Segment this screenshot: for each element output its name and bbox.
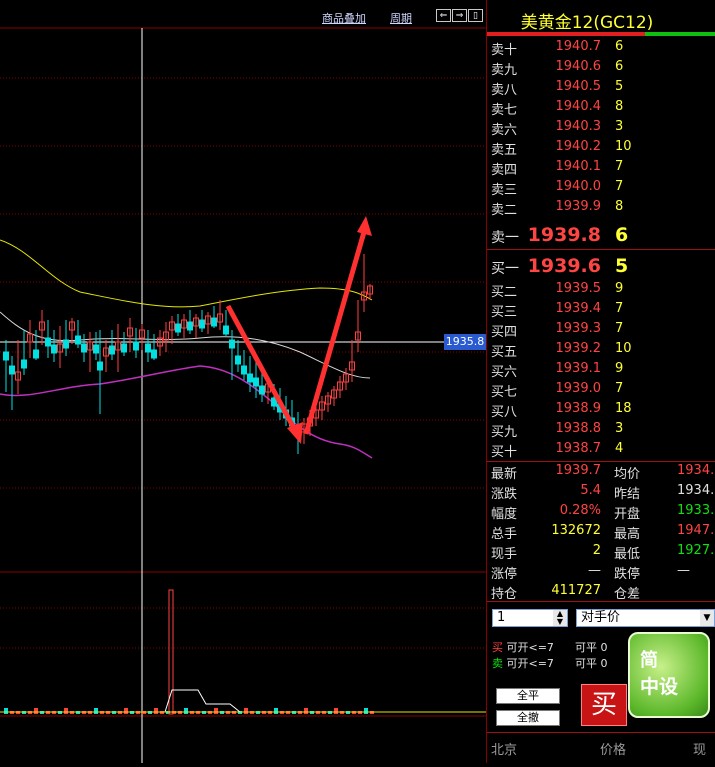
overlay-link[interactable]: 商品叠加 — [322, 10, 366, 26]
ask-level: 卖二 1939.9 8 — [491, 199, 624, 218]
chevron-down-icon[interactable]: ▼ — [700, 610, 714, 626]
trend-arrow-up — [303, 216, 372, 435]
next-button[interactable]: ⇒ — [452, 9, 467, 22]
candlestick-chart[interactable] — [0, 0, 486, 763]
kline-chart-area[interactable]: 商品叠加 周期 ⇐ ⇒ ▯ 1935.8 — [0, 0, 486, 763]
ask-level: 卖三 1940.0 7 — [491, 179, 624, 198]
ask-level: 卖十 1940.7 6 — [491, 39, 624, 58]
trend-arrow-down — [225, 304, 303, 444]
ask-level-1: 卖一 1939.8 6 — [491, 224, 629, 246]
ask-level: 卖七 1940.4 8 — [491, 99, 624, 118]
buy-available: 买 可开<=7 — [492, 641, 554, 654]
sell-ratio-bar — [487, 32, 645, 36]
buy-closable: 可平 0 — [575, 641, 608, 654]
quote-title: 美黄金12(GC12) — [520, 13, 654, 33]
price-type-select[interactable]: 对手价 ▼ — [576, 609, 715, 627]
volume-bars — [0, 589, 486, 715]
quote-panel: 美黄金12(GC12) 卖十 1940.7 6 卖九 1940.6 6 卖八 1940.5 5 卖… — [487, 0, 715, 763]
bid-level: 买十 1938.7 4 — [491, 441, 624, 460]
bid-level-1: 买一 1939.6 5 — [491, 255, 629, 277]
cancel-all-button[interactable]: 全撤 — [496, 710, 560, 726]
bid-level: 买二 1939.5 9 — [491, 281, 624, 300]
prev-button[interactable]: ⇐ — [436, 9, 451, 22]
panel-divider — [486, 0, 487, 763]
footer-price: 价格 — [600, 743, 627, 758]
period-link[interactable]: 周期 — [390, 10, 412, 26]
sell-available: 卖 可开<=7 — [492, 657, 554, 670]
panel-toggle-button[interactable]: ▯ — [468, 9, 483, 22]
buy-ratio-bar — [645, 32, 715, 36]
quantity-stepper[interactable]: ▲ ▼ — [553, 610, 567, 626]
ask-level: 卖八 1940.5 5 — [491, 79, 624, 98]
bid-level: 买四 1939.3 7 — [491, 321, 624, 340]
ask-level: 卖六 1940.3 3 — [491, 119, 624, 138]
ask-level: 卖九 1940.6 6 — [491, 59, 624, 78]
bid-level: 买五 1939.2 10 — [491, 341, 632, 360]
quantity-input[interactable]: 1 ▲ ▼ — [492, 609, 568, 627]
candles — [3, 254, 373, 454]
bid-level: 买三 1939.4 7 — [491, 301, 624, 320]
ask-level: 卖四 1940.1 7 — [491, 159, 624, 178]
ask-level: 卖五 1940.2 10 — [491, 139, 632, 158]
bid-level: 买九 1938.8 3 — [491, 421, 624, 440]
close-all-button[interactable]: 全平 — [496, 688, 560, 704]
price-tag: 1935.8 — [444, 334, 486, 350]
bid-level: 买六 1939.1 9 — [491, 361, 624, 380]
sell-closable: 可平 0 — [575, 657, 608, 670]
app-logo: 简 中设 — [628, 632, 710, 718]
bid-level: 买八 1938.9 18 — [491, 401, 632, 420]
footer-city: 北京 — [491, 743, 518, 758]
buy-button[interactable]: 买 — [581, 684, 627, 726]
bid-level: 买七 1939.0 7 — [491, 381, 624, 400]
footer-now: 现 — [693, 743, 707, 758]
